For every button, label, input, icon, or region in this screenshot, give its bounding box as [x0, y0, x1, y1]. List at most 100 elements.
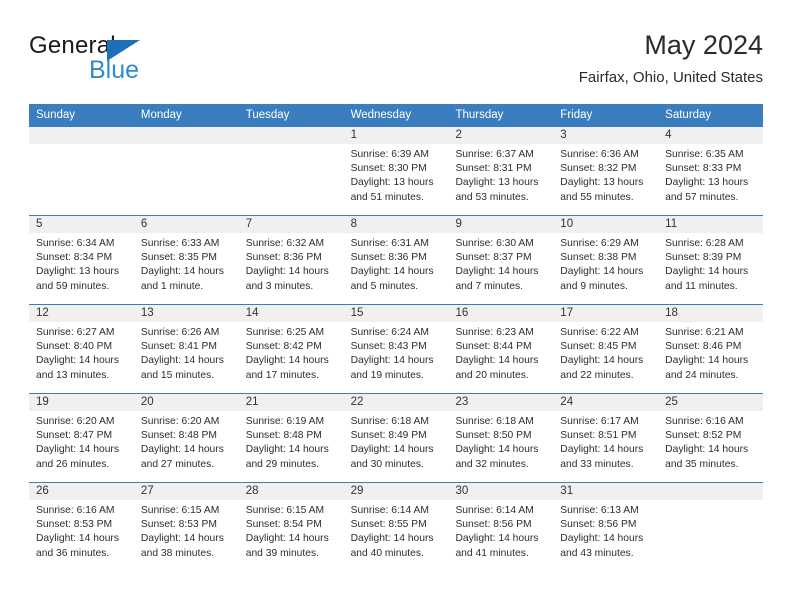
day-cell[interactable]: 28 Sunrise: 6:15 AM Sunset: 8:54 PM Dayl…: [238, 483, 344, 571]
day-cell[interactable]: 16 Sunrise: 6:23 AM Sunset: 8:44 PM Dayl…: [448, 305, 554, 393]
day-number: 5: [29, 216, 134, 233]
day-details: Sunrise: 6:22 AM Sunset: 8:45 PM Dayligh…: [553, 322, 658, 383]
sunset-text: Sunset: 8:48 PM: [140, 430, 217, 442]
day-cell[interactable]: 30 Sunrise: 6:14 AM Sunset: 8:56 PM Dayl…: [448, 483, 554, 571]
day-cell[interactable]: 15 Sunrise: 6:24 AM Sunset: 8:43 PM Dayl…: [343, 305, 449, 393]
daylight-text-line2: and 26 minutes.: [36, 458, 110, 470]
sunrise-text: Sunrise: 6:34 AM: [36, 238, 115, 249]
day-number: 10: [553, 216, 659, 233]
day-cell[interactable]: 7 Sunrise: 6:32 AM Sunset: 8:36 PM Dayli…: [238, 216, 344, 304]
day-number: 20: [133, 394, 239, 411]
day-cell[interactable]: 14 Sunrise: 6:25 AM Sunset: 8:42 PM Dayl…: [238, 305, 344, 393]
day-cell[interactable]: 18 Sunrise: 6:21 AM Sunset: 8:46 PM Dayl…: [658, 305, 764, 393]
day-cell[interactable]: [29, 127, 134, 215]
sunrise-text: Sunrise: 6:31 AM: [350, 238, 429, 249]
sunrise-text: Sunrise: 6:30 AM: [455, 238, 534, 249]
day-cell[interactable]: 22 Sunrise: 6:18 AM Sunset: 8:49 PM Dayl…: [343, 394, 449, 482]
day-number: 11: [658, 216, 764, 233]
daylight-text-line2: and 3 minutes.: [245, 280, 314, 292]
week-row: 12 Sunrise: 6:27 AM Sunset: 8:40 PM Dayl…: [29, 304, 764, 393]
location-subtitle: Fairfax, Ohio, United States: [578, 69, 763, 86]
sunset-text: Sunset: 8:30 PM: [350, 163, 427, 175]
day-cell[interactable]: 31 Sunrise: 6:13 AM Sunset: 8:56 PM Dayl…: [553, 483, 659, 571]
sunset-text: Sunset: 8:56 PM: [560, 519, 637, 531]
daylight-text-line2: and 15 minutes.: [140, 369, 215, 381]
day-details: Sunrise: 6:32 AM Sunset: 8:36 PM Dayligh…: [239, 233, 344, 294]
day-number: 3: [553, 127, 659, 144]
daylight-text-line2: and 22 minutes.: [560, 369, 634, 381]
daylight-text-line2: and 38 minutes.: [140, 547, 215, 559]
sunrise-text: Sunrise: 6:15 AM: [140, 505, 220, 516]
day-cell[interactable]: 29 Sunrise: 6:14 AM Sunset: 8:55 PM Dayl…: [343, 483, 449, 571]
day-details: Sunrise: 6:15 AM Sunset: 8:54 PM Dayligh…: [239, 500, 344, 561]
sunset-text: Sunset: 8:42 PM: [245, 341, 322, 353]
day-cell[interactable]: [238, 127, 344, 215]
day-cell[interactable]: 26 Sunrise: 6:16 AM Sunset: 8:53 PM Dayl…: [29, 483, 134, 571]
day-details: Sunrise: 6:21 AM Sunset: 8:46 PM Dayligh…: [658, 322, 763, 383]
sunrise-text: Sunrise: 6:28 AM: [665, 238, 744, 249]
day-details: Sunrise: 6:20 AM Sunset: 8:47 PM Dayligh…: [29, 411, 134, 472]
day-cell[interactable]: 2 Sunrise: 6:37 AM Sunset: 8:31 PM Dayli…: [448, 127, 554, 215]
logo-text-blue: Blue: [89, 56, 140, 84]
daylight-text-line2: and 33 minutes.: [560, 458, 634, 470]
day-details: Sunrise: 6:24 AM Sunset: 8:43 PM Dayligh…: [344, 322, 449, 383]
day-details: Sunrise: 6:17 AM Sunset: 8:51 PM Dayligh…: [553, 411, 658, 472]
day-cell[interactable]: 10 Sunrise: 6:29 AM Sunset: 8:38 PM Dayl…: [553, 216, 659, 304]
sunset-text: Sunset: 8:37 PM: [455, 252, 532, 264]
sunset-text: Sunset: 8:40 PM: [36, 341, 113, 353]
day-cell[interactable]: 25 Sunrise: 6:16 AM Sunset: 8:52 PM Dayl…: [658, 394, 764, 482]
day-cell[interactable]: 1 Sunrise: 6:39 AM Sunset: 8:30 PM Dayli…: [343, 127, 449, 215]
day-number: 13: [133, 305, 239, 322]
daylight-text-line2: and 40 minutes.: [350, 547, 424, 559]
day-cell[interactable]: 23 Sunrise: 6:18 AM Sunset: 8:50 PM Dayl…: [448, 394, 554, 482]
day-cell[interactable]: 21 Sunrise: 6:19 AM Sunset: 8:48 PM Dayl…: [238, 394, 344, 482]
day-cell[interactable]: 5 Sunrise: 6:34 AM Sunset: 8:34 PM Dayli…: [29, 216, 134, 304]
day-cell[interactable]: 17 Sunrise: 6:22 AM Sunset: 8:45 PM Dayl…: [553, 305, 659, 393]
day-cell[interactable]: 20 Sunrise: 6:20 AM Sunset: 8:48 PM Dayl…: [133, 394, 239, 482]
day-cell[interactable]: 9 Sunrise: 6:30 AM Sunset: 8:37 PM Dayli…: [448, 216, 554, 304]
sunset-text: Sunset: 8:31 PM: [455, 163, 532, 175]
sunset-text: Sunset: 8:34 PM: [36, 252, 113, 264]
day-number: [133, 127, 239, 144]
daylight-text-line2: and 5 minutes.: [350, 280, 419, 292]
day-details: Sunrise: 6:33 AM Sunset: 8:35 PM Dayligh…: [134, 233, 239, 294]
sunset-text: Sunset: 8:44 PM: [455, 341, 532, 353]
day-cell[interactable]: [133, 127, 239, 215]
sunrise-text: Sunrise: 6:14 AM: [350, 505, 429, 516]
day-cell[interactable]: 12 Sunrise: 6:27 AM Sunset: 8:40 PM Dayl…: [29, 305, 134, 393]
title-block: May 2024 Fairfax, Ohio, United States: [579, 28, 763, 89]
daylight-text-line1: Daylight: 14 hours: [455, 355, 539, 367]
daylight-text-line2: and 27 minutes.: [140, 458, 215, 470]
daylight-text-line1: Daylight: 14 hours: [245, 266, 329, 278]
sunrise-text: Sunrise: 6:29 AM: [560, 238, 639, 249]
daylight-text-line1: Daylight: 13 hours: [665, 177, 749, 189]
day-cell[interactable]: 24 Sunrise: 6:17 AM Sunset: 8:51 PM Dayl…: [553, 394, 659, 482]
day-details: Sunrise: 6:37 AM Sunset: 8:31 PM Dayligh…: [448, 144, 553, 205]
sunrise-text: Sunrise: 6:18 AM: [350, 416, 429, 427]
day-cell[interactable]: 3 Sunrise: 6:36 AM Sunset: 8:32 PM Dayli…: [553, 127, 659, 215]
page-title: May 2024: [644, 30, 763, 60]
sunrise-text: Sunrise: 6:33 AM: [140, 238, 220, 249]
day-number: 14: [238, 305, 344, 322]
day-cell[interactable]: 27 Sunrise: 6:15 AM Sunset: 8:53 PM Dayl…: [133, 483, 239, 571]
day-number: 18: [658, 305, 764, 322]
day-cell[interactable]: 6 Sunrise: 6:33 AM Sunset: 8:35 PM Dayli…: [133, 216, 239, 304]
day-cell[interactable]: [658, 483, 764, 571]
daylight-text-line1: Daylight: 13 hours: [36, 266, 119, 278]
sunset-text: Sunset: 8:32 PM: [560, 163, 637, 175]
weekday-header-thursday: Thursday: [455, 109, 504, 121]
day-number: 28: [238, 483, 344, 500]
day-number: 21: [238, 394, 344, 411]
general-blue-logo[interactable]: General Blue: [29, 32, 249, 88]
sunrise-text: Sunrise: 6:13 AM: [560, 505, 639, 516]
week-row: 26 Sunrise: 6:16 AM Sunset: 8:53 PM Dayl…: [29, 482, 764, 571]
day-cell[interactable]: 11 Sunrise: 6:28 AM Sunset: 8:39 PM Dayl…: [658, 216, 764, 304]
day-number: 22: [343, 394, 449, 411]
day-cell[interactable]: 19 Sunrise: 6:20 AM Sunset: 8:47 PM Dayl…: [29, 394, 134, 482]
day-cell[interactable]: 4 Sunrise: 6:35 AM Sunset: 8:33 PM Dayli…: [658, 127, 764, 215]
week-row: 5 Sunrise: 6:34 AM Sunset: 8:34 PM Dayli…: [29, 215, 764, 304]
day-cell[interactable]: 8 Sunrise: 6:31 AM Sunset: 8:36 PM Dayli…: [343, 216, 449, 304]
day-cell[interactable]: 13 Sunrise: 6:26 AM Sunset: 8:41 PM Dayl…: [133, 305, 239, 393]
sunrise-text: Sunrise: 6:35 AM: [665, 149, 744, 160]
day-number: 27: [133, 483, 239, 500]
